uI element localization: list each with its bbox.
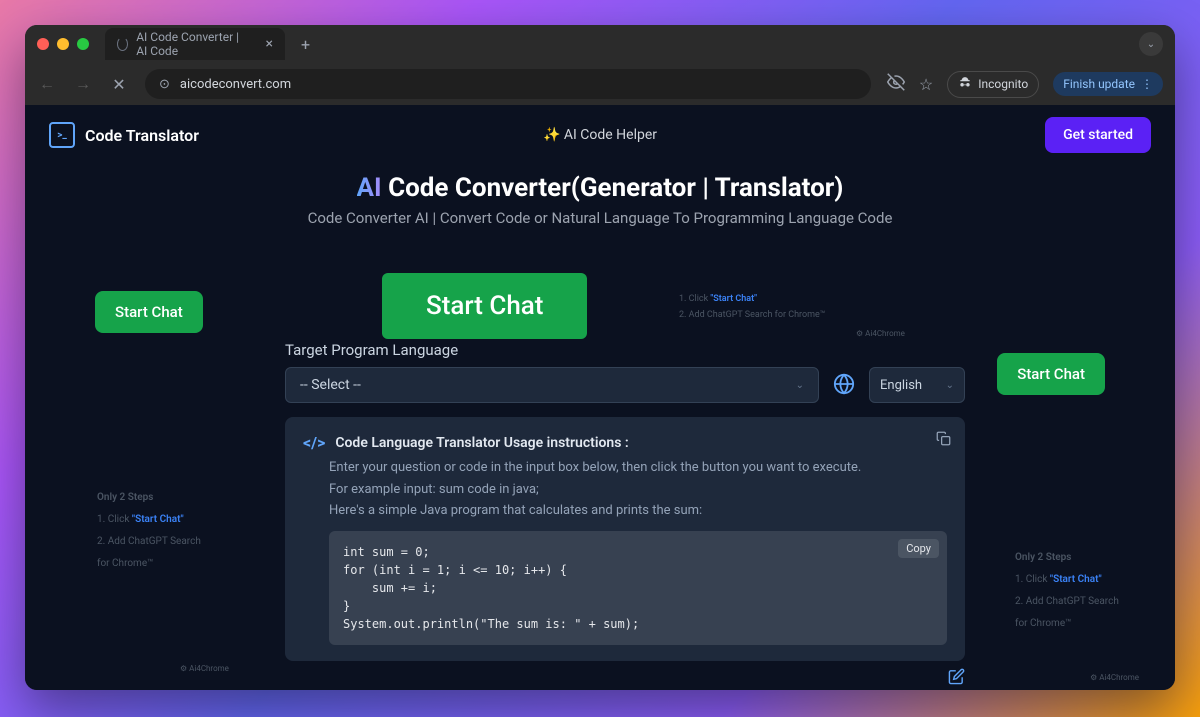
target-placeholder: -- Select -- bbox=[300, 377, 361, 393]
close-tab-icon[interactable]: × bbox=[266, 36, 273, 52]
close-window-button[interactable] bbox=[37, 38, 49, 50]
terminal-icon: >_ bbox=[49, 122, 75, 148]
page-content: >_ Code Translator ✨ AI Code Helper Get … bbox=[25, 105, 1175, 690]
addressbar-row: ← → ✕ ⊙ aicodeconvert.com ☆ Incognito Fi… bbox=[25, 63, 1175, 105]
target-language-select[interactable]: -- Select -- ⌄ bbox=[285, 367, 819, 403]
globe-icon[interactable] bbox=[827, 367, 861, 401]
browser-window: AI Code Converter | AI Code × + ⌄ ← → ✕ … bbox=[25, 25, 1175, 690]
start-chat-button-center[interactable]: Start Chat bbox=[382, 273, 587, 339]
ad-steps-top: 1. Click "Start Chat" 2. Add ChatGPT Sea… bbox=[679, 291, 825, 323]
bookmark-star-icon[interactable]: ☆ bbox=[919, 75, 933, 94]
ad-steps-right: Only 2 Steps 1. Click "Start Chat" 2. Ad… bbox=[1015, 547, 1125, 635]
tab-favicon bbox=[117, 37, 128, 51]
instruction-card: </> Code Language Translator Usage instr… bbox=[285, 417, 965, 661]
hero-subtitle: Code Converter AI | Convert Code or Natu… bbox=[25, 209, 1175, 227]
ad-badge-left[interactable]: ⚙ Ai4Chrome bbox=[180, 664, 229, 673]
ui-language-value: English bbox=[880, 378, 922, 393]
sparkle-icon: ✨ bbox=[543, 127, 560, 143]
edit-icon[interactable] bbox=[948, 668, 965, 689]
browser-tab[interactable]: AI Code Converter | AI Code × bbox=[105, 28, 285, 60]
code-example-box: Copy int sum = 0; for (int i = 1; i <= 1… bbox=[329, 531, 947, 645]
code-example: int sum = 0; for (int i = 1; i <= 10; i+… bbox=[343, 543, 933, 633]
select-row: -- Select -- ⌄ English ⌄ bbox=[285, 367, 965, 403]
hero-title-text: Code Converter(Generator | Translator) bbox=[382, 173, 844, 203]
instruction-line-3: Here's a simple Java program that calcul… bbox=[329, 501, 947, 521]
hero-title: AI Code Converter(Generator | Translator… bbox=[25, 173, 1175, 203]
app-header: >_ Code Translator ✨ AI Code Helper Get … bbox=[25, 105, 1175, 165]
finish-update-button[interactable]: Finish update ⋮ bbox=[1053, 72, 1163, 96]
copy-button[interactable]: Copy bbox=[898, 539, 939, 558]
tab-title: AI Code Converter | AI Code bbox=[136, 30, 249, 58]
ui-language-select[interactable]: English ⌄ bbox=[869, 367, 965, 403]
chevron-down-icon: ⌄ bbox=[946, 380, 954, 391]
site-info-icon[interactable]: ⊙ bbox=[159, 77, 170, 92]
titlebar: AI Code Converter | AI Code × + ⌄ bbox=[25, 25, 1175, 63]
copy-icon[interactable] bbox=[936, 431, 951, 450]
ai-gradient-text: AI bbox=[357, 173, 382, 203]
forward-button[interactable]: → bbox=[73, 74, 93, 94]
header-center-text: AI Code Helper bbox=[564, 127, 657, 143]
get-started-button[interactable]: Get started bbox=[1045, 117, 1151, 153]
new-tab-button[interactable]: + bbox=[293, 35, 318, 54]
target-label: Target Program Language bbox=[285, 341, 965, 359]
traffic-lights bbox=[37, 38, 89, 50]
ad-badge-right[interactable]: ⚙ Ai4Chrome bbox=[1090, 673, 1139, 682]
start-chat-button-left[interactable]: Start Chat bbox=[95, 291, 203, 333]
start-chat-button-right[interactable]: Start Chat bbox=[997, 353, 1105, 395]
logo[interactable]: >_ Code Translator bbox=[49, 122, 199, 148]
chevron-down-icon: ⌄ bbox=[796, 380, 804, 391]
instruction-line-2: For example input: sum code in java; bbox=[329, 480, 947, 500]
address-bar[interactable]: ⊙ aicodeconvert.com bbox=[145, 69, 871, 99]
incognito-badge[interactable]: Incognito bbox=[947, 71, 1039, 98]
code-icon: </> bbox=[303, 433, 325, 452]
caret-down-icon[interactable]: ⌄ bbox=[1139, 32, 1163, 56]
incognito-icon bbox=[958, 76, 972, 93]
main-panel: Target Program Language -- Select -- ⌄ E… bbox=[285, 341, 965, 690]
logo-text: Code Translator bbox=[85, 126, 199, 145]
ad-steps-left: Only 2 Steps 1. Click "Start Chat" 2. Ad… bbox=[97, 487, 207, 575]
instruction-title: Code Language Translator Usage instructi… bbox=[335, 435, 628, 451]
minimize-window-button[interactable] bbox=[57, 38, 69, 50]
header-center-link[interactable]: ✨ AI Code Helper bbox=[543, 127, 657, 143]
instruction-line-1: Enter your question or code in the input… bbox=[329, 458, 947, 478]
finish-update-label: Finish update bbox=[1063, 77, 1135, 91]
menu-dots-icon: ⋮ bbox=[1141, 77, 1153, 91]
stop-reload-button[interactable]: ✕ bbox=[109, 75, 129, 94]
url-text: aicodeconvert.com bbox=[180, 77, 291, 92]
back-button[interactable]: ← bbox=[37, 74, 57, 94]
eye-off-icon[interactable] bbox=[887, 73, 905, 95]
addressbar-actions: ☆ Incognito Finish update ⋮ bbox=[887, 71, 1163, 98]
maximize-window-button[interactable] bbox=[77, 38, 89, 50]
incognito-label: Incognito bbox=[978, 77, 1028, 91]
ad-badge-top[interactable]: ⚙ Ai4Chrome bbox=[856, 329, 905, 338]
